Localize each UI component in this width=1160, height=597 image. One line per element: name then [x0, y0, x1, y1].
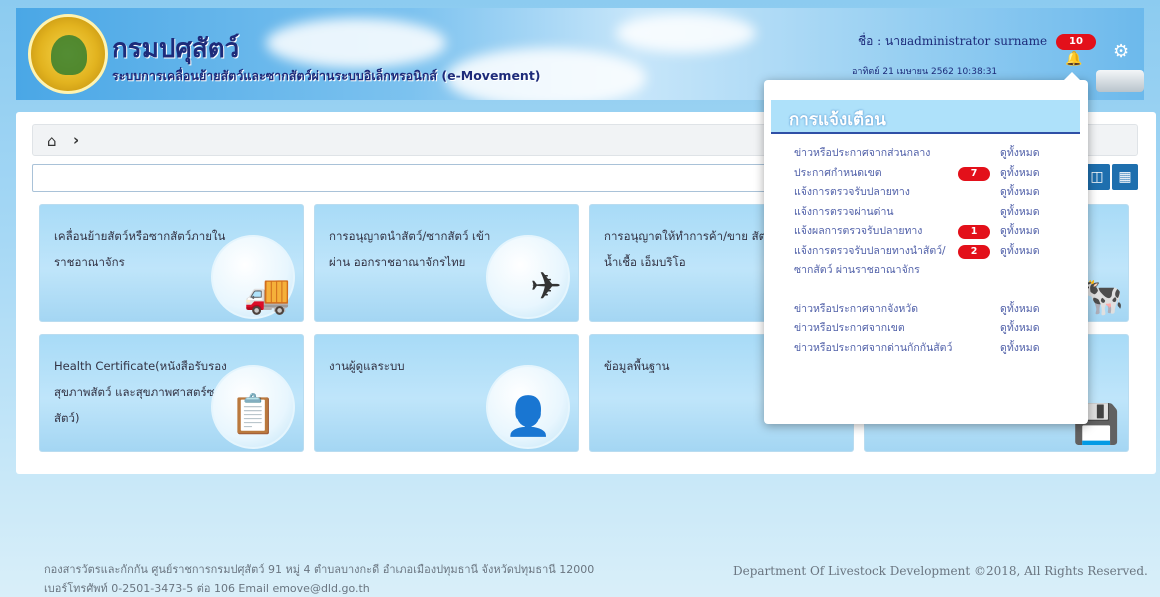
chevron-right-icon: ›	[73, 131, 80, 149]
notification-count-badge[interactable]: 10	[1056, 34, 1096, 50]
footer-copyright: Department Of Livestock Development ©201…	[733, 564, 1148, 578]
notification-item[interactable]: ข่าวหรือประกาศจากเขต ดูทั้งหมด	[794, 319, 1054, 339]
view-all-link[interactable]: ดูทั้งหมด	[1000, 203, 1040, 223]
notification-item[interactable]: แจ้งการตรวจผ่านด่าน ดูทั้งหมด	[794, 203, 1054, 223]
notification-header: การแจ้งเตือน	[771, 100, 1080, 134]
notification-item[interactable]: แจ้งการตรวจรับปลายทาง ดูทั้งหมด	[794, 183, 1054, 203]
view-all-link[interactable]: ดูทั้งหมด	[1000, 183, 1040, 203]
card-label: ข้อมูลพื้นฐาน	[604, 359, 670, 373]
notification-list: ข่าวหรือประกาศจากส่วนกลาง ดูทั้งหมด ประก…	[794, 144, 1054, 378]
notification-item[interactable]: ประกาศกำหนดเขต 7 ดูทั้งหมด	[794, 164, 1054, 184]
cloud-decoration	[616, 13, 756, 53]
notification-text[interactable]: แจ้งการตรวจรับปลายทางนำสัตว์/ซากสัตว์ ผ่…	[794, 242, 954, 281]
notification-item[interactable]: ข่าวหรือประกาศจากด่านกักกันสัตว์ ดูทั้งห…	[794, 339, 1054, 378]
cloud-decoration	[266, 18, 446, 68]
user-name: ชื่อ : นายadministrator surname	[858, 34, 1048, 48]
notification-count: 2	[958, 244, 990, 259]
department-logo[interactable]	[28, 14, 108, 94]
footer-address-line2: เบอร์โทรศัพท์ 0-2501-3473-5 ต่อ 106 Emai…	[44, 582, 370, 595]
notification-text[interactable]: ข่าวหรือประกาศจากจังหวัด	[794, 300, 964, 320]
department-name: กรมปศุสัตว์	[112, 34, 240, 64]
system-name: ระบบการเคลื่อนย้ายสัตว์และซากสัตว์ผ่านระ…	[112, 68, 541, 83]
notification-count: 7	[958, 166, 990, 181]
view-toggle: ◫ ▦	[1084, 164, 1138, 192]
view-all-link[interactable]: ดูทั้งหมด	[1000, 164, 1040, 184]
gear-icon[interactable]: ⚙	[1113, 43, 1131, 61]
footer-address: กองสารวัตรและกักกัน ศูนย์ราชการกรมปศุสัต…	[44, 560, 594, 597]
notification-item[interactable]: ข่าวหรือประกาศจากส่วนกลาง ดูทั้งหมด	[794, 144, 1054, 164]
notification-item[interactable]: ข่าวหรือประกาศจากจังหวัด ดูทั้งหมด	[794, 300, 1054, 320]
footer-address-line1: กองสารวัตรและกักกัน ศูนย์ราชการกรมปศุสัต…	[44, 563, 595, 576]
view-all-link[interactable]: ดูทั้งหมด	[1000, 319, 1040, 339]
card-label: การอนุญาตนำสัตว์/ซากสัตว์ เข้า ผ่าน ออกร…	[329, 229, 491, 269]
truck-icon: 🚚	[243, 272, 291, 316]
card-label: การอนุญาตให้ทำการค้า/ขาย สัตว์ น้ำเชื้อ …	[604, 229, 773, 269]
notification-text[interactable]: ข่าวหรือประกาศจากส่วนกลาง	[794, 144, 964, 164]
current-datetime: อาทิตย์ 21 เมษายน 2562 10:38:31	[852, 67, 998, 77]
view-all-link[interactable]: ดูทั้งหมด	[1000, 339, 1040, 359]
notification-text[interactable]: ข่าวหรือประกาศจากเขต	[794, 319, 964, 339]
grid-view-icon[interactable]: ▦	[1112, 164, 1138, 190]
card-label: Health Certificate(หนังสือรับรองสุขภาพสั…	[54, 359, 228, 425]
home-icon[interactable]: ⌂	[47, 132, 57, 150]
card-label: งานผู้ดูแลระบบ	[329, 359, 405, 373]
view-all-link[interactable]: ดูทั้งหมด	[1000, 242, 1040, 262]
notification-item[interactable]: แจ้งผลการตรวจรับปลายทาง 1 ดูทั้งหมด	[794, 222, 1054, 242]
menu-card-import-export[interactable]: การอนุญาตนำสัตว์/ซากสัตว์ เข้า ผ่าน ออกร…	[314, 204, 579, 322]
view-all-link[interactable]: ดูทั้งหมด	[1000, 222, 1040, 242]
menu-card-admin[interactable]: งานผู้ดูแลระบบ 👤	[314, 334, 579, 452]
view-all-link[interactable]: ดูทั้งหมด	[1000, 144, 1040, 164]
notification-item[interactable]: แจ้งการตรวจรับปลายทางนำสัตว์/ซากสัตว์ ผ่…	[794, 242, 1054, 300]
document-icon: 📋	[229, 392, 277, 436]
view-all-link[interactable]: ดูทั้งหมด	[1000, 300, 1040, 320]
notification-panel: การแจ้งเตือน ข่าวหรือประกาศจากส่วนกลาง ด…	[764, 72, 1088, 424]
notification-text[interactable]: แจ้งการตรวจรับปลายทาง	[794, 183, 964, 203]
menu-card-domestic-movement[interactable]: เคลื่อนย้ายสัตว์หรือซากสัตว์ภายในราชอาณา…	[39, 204, 304, 322]
bell-icon[interactable]: 🔔	[1065, 52, 1082, 66]
notification-text[interactable]: แจ้งผลการตรวจรับปลายทาง	[794, 222, 964, 242]
notification-text[interactable]: ข่าวหรือประกาศจากด่านกักกันสัตว์	[794, 339, 954, 359]
notification-title: การแจ้งเตือน	[789, 110, 886, 130]
card-label: เคลื่อนย้ายสัตว์หรือซากสัตว์ภายในราชอาณา…	[54, 229, 226, 269]
airplane-icon: ✈	[530, 264, 562, 308]
admin-user-icon: 👤	[504, 394, 552, 438]
truck-decoration	[1096, 70, 1144, 92]
notification-text[interactable]: แจ้งการตรวจผ่านด่าน	[794, 203, 964, 223]
menu-card-health-certificate[interactable]: Health Certificate(หนังสือรับรองสุขภาพสั…	[39, 334, 304, 452]
notification-count: 1	[958, 225, 990, 239]
notification-text[interactable]: ประกาศกำหนดเขต	[794, 164, 964, 184]
